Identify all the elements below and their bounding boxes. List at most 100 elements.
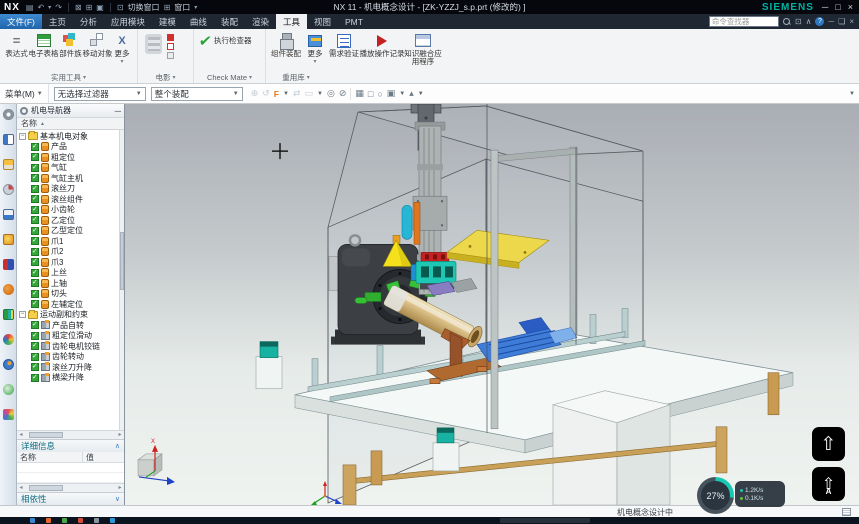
tab-tools[interactable]: 工具 — [276, 14, 307, 29]
checkbox-checked-icon[interactable] — [31, 269, 39, 277]
checkbox-checked-icon[interactable] — [31, 143, 39, 151]
tree-item-rigid-body[interactable]: 气缸 — [18, 163, 124, 174]
tab-curve[interactable]: 曲线 — [183, 14, 214, 29]
tree-item-rigid-body[interactable]: 滚丝刀 — [18, 184, 124, 195]
checkbox-checked-icon[interactable] — [31, 290, 39, 298]
hd3d-tools-icon[interactable] — [3, 234, 14, 245]
tab-assembly[interactable]: 装配 — [214, 14, 245, 29]
details-name-column[interactable]: 名称 — [17, 452, 83, 462]
tree-item-rigid-body[interactable]: 气缸主机 — [18, 173, 124, 184]
scroll-right-icon[interactable]: ▸ — [116, 484, 124, 492]
scrollbar-thumb[interactable] — [29, 432, 63, 438]
tree-item-rigid-body[interactable]: 爪1 — [18, 236, 124, 247]
tab-application-modules[interactable]: 应用模块 — [104, 14, 152, 29]
tab-render[interactable]: 渲染 — [245, 14, 276, 29]
details-section-header[interactable]: 详细信息 ∧ — [17, 439, 124, 452]
swap-icon[interactable]: ⇄ — [293, 88, 301, 99]
cpu-usage-widget[interactable]: 27% — [697, 477, 734, 514]
datum-csys[interactable]: X — [138, 439, 175, 485]
tree-item-rigid-body[interactable]: 左辅定位 — [18, 299, 124, 310]
circle-select-icon[interactable]: ○ — [377, 89, 382, 99]
sort-ascending-icon[interactable]: ▲ — [40, 121, 45, 127]
tree-item-rigid-body[interactable]: 小齿轮 — [18, 205, 124, 216]
manufacturing-wizard-icon[interactable] — [3, 309, 14, 320]
tree-folder-basic-objects[interactable]: − 基本机电对象 — [18, 131, 124, 142]
checkbox-checked-icon[interactable] — [31, 363, 39, 371]
tree-item-rigid-body[interactable]: 乙型定位 — [18, 226, 124, 237]
movie-record-button[interactable] — [141, 32, 165, 56]
minimize-button[interactable]: ─ — [822, 2, 828, 12]
checkbox-checked-icon[interactable] — [31, 227, 39, 235]
tree-item-joint[interactable]: 粗定位滑动 — [18, 331, 124, 342]
chevron-down-icon[interactable]: ▼ — [317, 91, 323, 97]
taskbar-app-icon[interactable] — [94, 518, 99, 523]
switch-window-icon[interactable]: ⊡ — [117, 3, 124, 12]
reset-filter-icon[interactable]: ↺ — [262, 88, 270, 99]
scroll-right-icon[interactable]: ▸ — [116, 431, 124, 439]
taskbar-app-icon[interactable] — [78, 518, 83, 523]
maximize-button[interactable]: □ — [835, 2, 840, 12]
sensor-stand-left[interactable] — [256, 342, 282, 389]
chevron-up-icon[interactable]: ∧ — [115, 442, 120, 450]
checkbox-checked-icon[interactable] — [31, 332, 39, 340]
cyan-cylinder[interactable] — [402, 205, 412, 239]
requirements-validation-button[interactable]: 需求验证 — [327, 32, 361, 58]
undo-icon[interactable]: ↶ — [37, 3, 44, 12]
command-finder-input[interactable] — [709, 16, 779, 27]
knowledge-fusion-button[interactable]: 知识融合应用程序 — [403, 32, 443, 66]
reuse-library-icon[interactable] — [3, 209, 14, 220]
palette-icon[interactable] — [3, 409, 14, 420]
qat-customize-icon[interactable]: ▾ — [194, 4, 197, 11]
taskbar-app-icon[interactable] — [110, 518, 115, 523]
part-families-button[interactable]: 部件族 — [57, 32, 84, 58]
copy-icon[interactable]: ⊞ — [86, 3, 93, 12]
checkbox-checked-icon[interactable] — [31, 353, 39, 361]
checkbox-checked-icon[interactable] — [31, 258, 39, 266]
frame-icon[interactable]: ▭ — [305, 88, 314, 99]
collapse-icon[interactable]: − — [19, 133, 26, 140]
history-icon[interactable] — [3, 259, 14, 270]
play-journal-button[interactable]: 播放操作记录 — [361, 32, 403, 58]
tab-view[interactable]: 视图 — [307, 14, 338, 29]
checkbox-checked-icon[interactable] — [31, 237, 39, 245]
sphere-select-icon[interactable]: ◎ — [327, 88, 335, 99]
constraint-navigator-icon[interactable] — [3, 159, 14, 170]
scrollbar-thumb[interactable] — [120, 232, 124, 290]
chevron-down-icon[interactable]: ∨ — [115, 495, 120, 503]
checkbox-checked-icon[interactable] — [31, 206, 39, 214]
tab-home[interactable]: 主页 — [42, 14, 73, 29]
face-rule-icon[interactable]: F — [274, 89, 279, 99]
checkbox-checked-icon[interactable] — [31, 164, 39, 172]
checkbox-checked-icon[interactable] — [31, 321, 39, 329]
frame-post-front[interactable] — [491, 150, 498, 429]
checkbox-checked-icon[interactable] — [31, 374, 39, 382]
redo-icon[interactable]: ↷ — [55, 3, 62, 12]
web-browser-icon[interactable] — [3, 334, 14, 345]
selection-filter-combo[interactable]: 无选择过滤器▼ — [54, 87, 146, 101]
assembly-navigator-icon[interactable] — [3, 134, 14, 145]
part-navigator-icon[interactable] — [3, 184, 14, 195]
close-button[interactable]: × — [848, 2, 853, 12]
chevron-down-icon[interactable]: ▼ — [418, 91, 424, 97]
table-icon[interactable]: ▣ — [387, 88, 396, 99]
roles-icon[interactable] — [3, 109, 14, 120]
checkbox-checked-icon[interactable] — [31, 248, 39, 256]
spreadsheet-button[interactable]: 电子表格 — [30, 32, 57, 58]
selection-scope-combo[interactable]: 整个装配▼ — [151, 87, 243, 101]
checkbox-checked-icon[interactable] — [31, 185, 39, 193]
tree-folder-joints[interactable]: − 运动副和约束 — [18, 310, 124, 321]
no-selection-icon[interactable]: ⊘ — [339, 88, 347, 99]
checkbox-checked-icon[interactable] — [31, 195, 39, 203]
paste-icon[interactable]: ▣ — [96, 3, 104, 12]
assemble-button[interactable]: 组件装配 — [269, 32, 303, 58]
taskbar-app-icon[interactable] — [46, 518, 51, 523]
scroll-left-icon[interactable]: ◂ — [17, 431, 25, 439]
window-layout-icon[interactable]: ⊡ — [795, 17, 802, 26]
menu-button[interactable]: 菜单(M)▼ — [0, 84, 49, 103]
reuse-more-button[interactable]: 更多 ▾ — [303, 32, 327, 65]
scrollbar-thumb[interactable] — [29, 485, 63, 491]
checkbox-checked-icon[interactable] — [31, 279, 39, 287]
toolbar-overflow-icon[interactable]: ▼ — [849, 91, 859, 97]
taskbar-app-icon[interactable] — [62, 518, 67, 523]
dependencies-section-header[interactable]: 相依性 ∨ — [17, 492, 124, 505]
